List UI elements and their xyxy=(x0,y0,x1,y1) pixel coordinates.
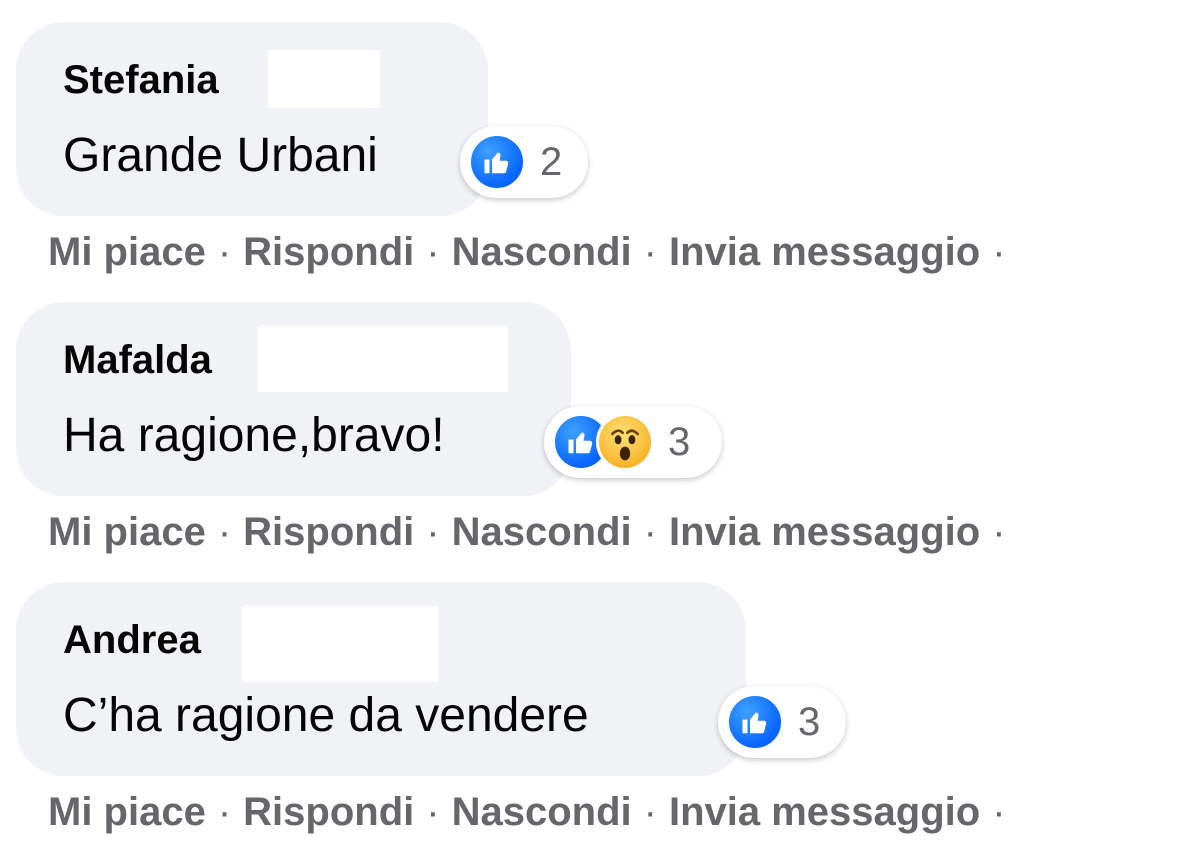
action-separator: · xyxy=(217,790,232,834)
comment-text: C’ha ragione da vendere xyxy=(63,689,589,742)
comment-actions: Mi piace · Rispondi · Nascondi · Invia messagg… xyxy=(48,508,1018,556)
reaction-summary[interactable]: 2 xyxy=(460,126,588,198)
like-icon xyxy=(468,133,526,191)
comment-text: Ha ragione,bravo! xyxy=(63,409,445,462)
redacted-surname xyxy=(268,50,380,108)
like-action[interactable]: Mi piace xyxy=(48,790,206,834)
action-separator: · xyxy=(643,790,657,834)
action-separator: · xyxy=(992,230,1006,274)
comment-text: Grande Urbani xyxy=(63,129,378,182)
action-separator: · xyxy=(992,510,1006,554)
like-action[interactable]: Mi piace xyxy=(48,510,206,554)
action-separator: · xyxy=(992,790,1006,834)
reaction-count: 3 xyxy=(798,699,821,744)
send-message-action[interactable]: Invia messaggio xyxy=(669,510,980,554)
reaction-summary[interactable]: 3 xyxy=(544,406,722,478)
comment-author[interactable]: Stefania xyxy=(63,56,219,104)
wow-icon xyxy=(596,413,654,471)
hide-action[interactable]: Nascondi xyxy=(452,510,632,554)
reaction-count: 2 xyxy=(540,139,563,184)
action-separator: · xyxy=(426,510,440,554)
reaction-summary[interactable]: 3 xyxy=(718,686,846,758)
comment-author[interactable]: Andrea xyxy=(63,616,201,664)
action-separator: · xyxy=(426,230,440,274)
like-action[interactable]: Mi piace xyxy=(48,230,206,274)
comment-actions: Mi piace · Rispondi · Nascondi · Invia messagg… xyxy=(48,228,1018,276)
send-message-action[interactable]: Invia messaggio xyxy=(669,790,980,834)
redacted-surname xyxy=(258,326,508,392)
reply-action[interactable]: Rispondi xyxy=(243,510,414,554)
action-separator: · xyxy=(426,790,440,834)
redacted-surname xyxy=(242,606,438,682)
reaction-count: 3 xyxy=(668,419,691,464)
like-icon xyxy=(726,693,784,751)
hide-action[interactable]: Nascondi xyxy=(452,790,632,834)
comment-actions: Mi piace · Rispondi · Nascondi · Invia messagg… xyxy=(48,788,1018,836)
hide-action[interactable]: Nascondi xyxy=(452,230,632,274)
action-separator: · xyxy=(217,230,232,274)
action-separator: · xyxy=(643,230,657,274)
comment-bubble xyxy=(16,22,488,216)
reply-action[interactable]: Rispondi xyxy=(243,790,414,834)
action-separator: · xyxy=(643,510,657,554)
send-message-action[interactable]: Invia messaggio xyxy=(669,230,980,274)
reply-action[interactable]: Rispondi xyxy=(243,230,414,274)
comment-author[interactable]: Mafalda xyxy=(63,336,212,384)
action-separator: · xyxy=(217,510,232,554)
